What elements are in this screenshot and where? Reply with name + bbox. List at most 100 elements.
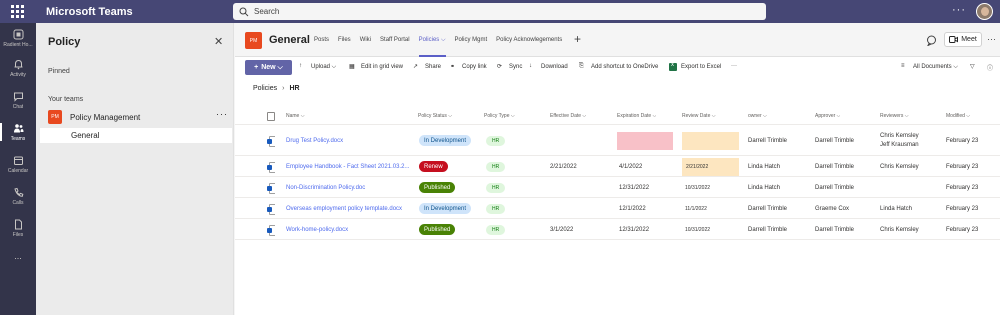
table-row[interactable]: Drug Test Policy.docx In Development HR …	[235, 126, 1000, 156]
conversation-icon[interactable]	[926, 35, 937, 46]
channel-more-icon[interactable]: ···	[987, 34, 996, 44]
breadcrumb-parent[interactable]: Policies	[253, 85, 277, 92]
review-highlight	[682, 131, 739, 150]
owner-cell: Darrell Trimble	[748, 205, 788, 212]
reviewers-cell: Chris Kemsley Jeff Krausman	[880, 126, 919, 155]
app-title: Microsoft Teams	[46, 5, 133, 18]
settings-more-icon[interactable]: ···	[952, 4, 966, 16]
type-cell: HR	[486, 126, 506, 155]
share-icon: ↗	[413, 64, 419, 70]
tab-files[interactable]: Files	[338, 37, 351, 44]
expiration-column-header[interactable]: Expiration Date ⌵	[617, 108, 656, 124]
more-icon: ...	[14, 251, 22, 261]
grid-view-label: Edit in grid view	[361, 64, 404, 70]
sync-label: Sync	[509, 64, 523, 70]
new-button[interactable]: + New ⌵	[245, 60, 292, 75]
sync-button[interactable]: ⟳ Sync	[497, 63, 522, 71]
calendar-icon	[13, 156, 23, 165]
share-button[interactable]: ↗ Share	[413, 63, 441, 71]
owner-cell: Linda Hatch	[748, 184, 781, 191]
word-doc-icon	[267, 199, 275, 218]
teams-icon	[13, 123, 23, 132]
add-shortcut-button[interactable]: ⎘ Add shortcut to OneDrive	[579, 63, 658, 71]
edit-grid-view-button[interactable]: ▦ Edit in grid view	[349, 63, 403, 71]
reviewers-cell: Chris Kemsley	[880, 163, 919, 170]
tab-wiki[interactable]: Wiki	[360, 37, 371, 44]
filter-icon[interactable]: ▽	[970, 63, 975, 70]
user-avatar[interactable]	[976, 3, 993, 20]
status-column-header[interactable]: Policy Status ⌵	[418, 108, 452, 124]
rail-item-calls[interactable]: Calls	[0, 183, 36, 209]
close-icon[interactable]: ✕	[214, 35, 223, 48]
word-doc-icon	[267, 157, 275, 176]
modified-cell: February 23	[946, 137, 979, 144]
org-icon	[13, 29, 23, 39]
reviewers-column-header[interactable]: Reviewers ⌵	[880, 108, 909, 124]
type-cell: HR	[486, 157, 506, 176]
tab-policy-acknowledgements[interactable]: Policy Acknowlegements	[496, 37, 562, 44]
more-commands-icon[interactable]: ···	[731, 63, 737, 69]
rail-item-org[interactable]: Radient Ho...	[0, 25, 36, 51]
document-name-link[interactable]: Overseas employment policy template.docx	[286, 199, 414, 218]
reviewers-cell: Chris Kemsley	[880, 226, 919, 233]
team-more-icon[interactable]: ···	[216, 109, 228, 119]
rail-item-more[interactable]: ...	[0, 243, 36, 269]
info-icon[interactable]: ⓘ	[987, 63, 993, 72]
owner-cell: Darrell Trimble	[748, 137, 788, 144]
rail-item-activity[interactable]: Activity	[0, 55, 36, 81]
document-name-link[interactable]: Non-Discrimination Policy.doc	[286, 178, 414, 197]
view-selector[interactable]: ≡ All Documents ⌵	[901, 63, 958, 71]
tab-policy-mgmt[interactable]: Policy Mgmt	[455, 37, 488, 44]
document-name-link[interactable]: Employee Handbook - Fact Sheet 2021.03.2…	[286, 157, 414, 176]
team-item[interactable]: PM Policy Management ···	[48, 109, 228, 124]
type-badge: HR	[486, 135, 506, 146]
rail-item-label: Files	[12, 231, 24, 238]
meet-button[interactable]: Meet	[944, 32, 982, 47]
app-launcher-button[interactable]	[0, 0, 34, 23]
owner-cell: Darrell Trimble	[748, 226, 788, 233]
channel-item-general[interactable]: General	[40, 128, 232, 143]
table-row[interactable]: Employee Handbook - Fact Sheet 2021.03.2…	[235, 157, 1000, 177]
table-row[interactable]: Work-home-policy.docx Published HR 3/1/2…	[235, 220, 1000, 240]
modified-column-header[interactable]: Modified ⌵	[946, 108, 970, 124]
effective-date-cell: 2/21/2022	[550, 163, 577, 170]
search-box[interactable]	[233, 3, 766, 20]
type-badge: HR	[486, 161, 506, 172]
rail-item-files[interactable]: Files	[0, 215, 36, 241]
tab-posts[interactable]: Posts	[314, 37, 329, 44]
document-name-link[interactable]: Work-home-policy.docx	[286, 220, 414, 239]
document-name-link[interactable]: Drug Test Policy.docx	[286, 126, 414, 155]
approver-column-header[interactable]: Approver ⌵	[815, 108, 840, 124]
doc-type-header[interactable]	[267, 108, 275, 124]
review-column-header[interactable]: Review Date ⌵	[682, 108, 716, 124]
review-date-cell: 2/21/2022	[682, 157, 740, 176]
expiration-date-cell	[617, 126, 675, 155]
effective-column-header[interactable]: Effective Date ⌵	[550, 108, 586, 124]
download-button[interactable]: ↓ Download	[529, 63, 568, 71]
export-excel-button[interactable]: Export to Excel	[669, 62, 721, 71]
table-row[interactable]: Non-Discrimination Policy.doc Published …	[235, 178, 1000, 198]
video-icon	[949, 36, 959, 43]
rail-item-teams[interactable]: Teams	[0, 119, 36, 145]
tab-policies[interactable]: Policies ⌵	[418, 37, 446, 57]
channel-header: PM General Posts Files Wiki Staff Portal…	[235, 23, 1000, 57]
table-row[interactable]: Overseas employment policy template.docx…	[235, 199, 1000, 219]
type-column-header[interactable]: Policy Type ⌵	[484, 108, 515, 124]
review-date-cell: 10/31/2022	[685, 226, 711, 233]
owner-column-header[interactable]: owner ⌵	[748, 108, 767, 124]
search-input[interactable]	[254, 7, 654, 16]
upload-button[interactable]: ↑ Upload ⌵	[299, 63, 336, 71]
command-bar: + New ⌵ ↑ Upload ⌵ ▦ Edit in grid view ↗ Sha…	[235, 58, 1000, 77]
tab-staff-portal[interactable]: Staff Portal	[380, 37, 410, 44]
rail-item-label: Activity	[10, 71, 26, 78]
rail-item-chat[interactable]: Chat	[0, 87, 36, 113]
chevron-right-icon: ›	[282, 85, 285, 92]
status-badge: In Development	[419, 203, 472, 214]
excel-icon	[669, 62, 677, 71]
add-tab-icon[interactable]: +	[574, 32, 581, 46]
copy-link-button[interactable]: ⚭ Copy link	[450, 63, 487, 71]
type-cell: HR	[486, 220, 506, 239]
name-column-header[interactable]: Name ⌵	[286, 108, 305, 124]
meet-label: Meet	[961, 36, 977, 43]
rail-item-calendar[interactable]: Calendar	[0, 151, 36, 177]
